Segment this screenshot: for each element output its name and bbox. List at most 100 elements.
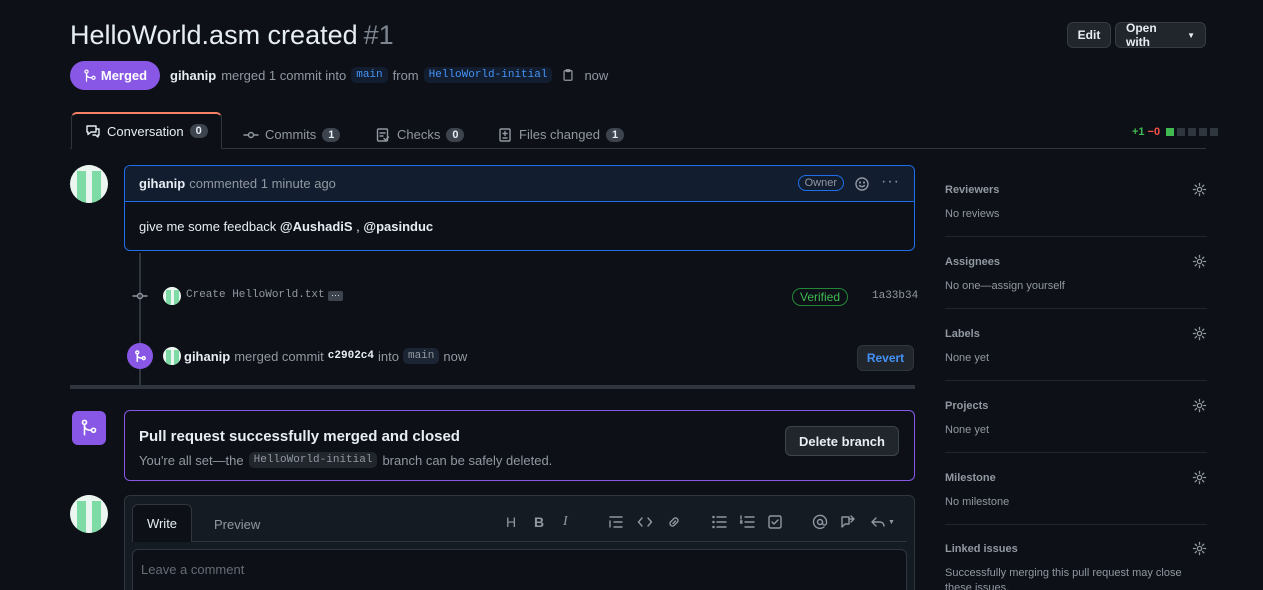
merge-text: merged 1 commit into xyxy=(221,67,347,83)
heading-icon[interactable]: H xyxy=(506,514,516,530)
status-badge: Merged xyxy=(70,61,160,90)
reply-icon xyxy=(871,517,885,527)
merge-branch[interactable]: main xyxy=(402,348,440,364)
diff-bar-neutral xyxy=(1177,128,1186,136)
task-list-icon[interactable] xyxy=(767,514,783,530)
merge-event-text: merged commit xyxy=(234,348,324,364)
tab-commits[interactable]: Commits 1 xyxy=(243,120,341,149)
diff-bar-neutral xyxy=(1199,128,1208,136)
deletable-branch[interactable]: HelloWorld-initial xyxy=(248,452,378,468)
status-label: Merged xyxy=(100,68,148,83)
sidebar-milestone-label[interactable]: Milestone xyxy=(945,472,996,484)
comment-separator: , xyxy=(352,219,364,234)
edit-button[interactable]: Edit xyxy=(1067,22,1111,48)
caret-down-icon: ▼ xyxy=(888,518,895,526)
quote-icon[interactable] xyxy=(608,514,624,530)
unordered-list-icon[interactable] xyxy=(711,514,727,530)
sidebar-divider xyxy=(945,236,1207,237)
comment-author[interactable]: gihanip xyxy=(139,176,185,191)
tab-files-changed[interactable]: Files changed 1 xyxy=(497,120,625,149)
checklist-icon xyxy=(376,127,390,142)
avatar xyxy=(70,495,108,533)
editor-divider xyxy=(132,541,907,542)
avatar[interactable] xyxy=(163,347,181,365)
base-branch[interactable]: main xyxy=(351,67,388,83)
tab-count: 0 xyxy=(189,124,208,138)
tab-preview[interactable]: Preview xyxy=(214,517,260,532)
tab-label: Conversation xyxy=(107,123,184,139)
diffstat: +1 −0 xyxy=(1132,126,1219,138)
head-branch[interactable]: HelloWorld-initial xyxy=(423,67,553,83)
author-link[interactable]: gihanip xyxy=(170,68,216,83)
sidebar-projects-label[interactable]: Projects xyxy=(945,400,988,412)
sidebar-labels-value: None yet xyxy=(945,352,990,364)
gear-icon[interactable] xyxy=(1192,254,1207,269)
timeline-separator xyxy=(70,385,915,389)
merge-event-badge xyxy=(127,343,153,369)
comment-textarea[interactable]: Leave a comment xyxy=(132,549,907,590)
sidebar-assignees-value[interactable]: No one—assign yourself xyxy=(945,280,1065,292)
delete-branch-button[interactable]: Delete branch xyxy=(785,426,899,456)
sidebar-reviewers-label[interactable]: Reviewers xyxy=(945,184,999,196)
comment-box: gihanip commented 1 minute ago Owner ···… xyxy=(124,165,915,251)
merge-event-time: now xyxy=(443,348,468,364)
sidebar-reviewers-value: No reviews xyxy=(945,208,1000,220)
verified-badge[interactable]: Verified xyxy=(792,288,849,306)
tab-label: Checks xyxy=(397,127,441,142)
gear-icon[interactable] xyxy=(1192,182,1207,197)
gear-icon[interactable] xyxy=(1192,541,1207,556)
revert-button[interactable]: Revert xyxy=(857,345,914,371)
ordered-list-icon[interactable] xyxy=(739,514,755,530)
tab-conversation[interactable]: Conversation 0 xyxy=(71,112,222,149)
tab-checks[interactable]: Checks 0 xyxy=(375,120,465,149)
gear-icon[interactable] xyxy=(1192,398,1207,413)
deletions-count: −0 xyxy=(1147,126,1161,138)
merge-author[interactable]: gihanip xyxy=(184,349,230,364)
sidebar-divider xyxy=(945,380,1207,381)
cross-reference-icon[interactable] xyxy=(840,514,856,530)
sidebar-projects-value: None yet xyxy=(945,424,990,436)
merge-sha[interactable]: c2902c4 xyxy=(328,350,374,362)
tab-count: 1 xyxy=(605,127,625,142)
sidebar-divider xyxy=(945,524,1207,525)
mention-link[interactable]: @pasinduc xyxy=(363,219,433,234)
reply-menu[interactable]: ▼ xyxy=(870,514,895,530)
pr-number: #1 xyxy=(363,20,394,50)
merge-icon xyxy=(134,349,146,362)
open-with-button[interactable]: Open with ▼ xyxy=(1115,21,1206,49)
kebab-menu-icon[interactable]: ··· xyxy=(881,173,900,191)
commit-sha[interactable]: 1a33b34 xyxy=(872,290,918,302)
bold-icon[interactable]: B xyxy=(534,514,544,530)
tabs-divider xyxy=(70,148,1206,149)
gear-icon[interactable] xyxy=(1192,326,1207,341)
sidebar-assignees-label[interactable]: Assignees xyxy=(945,256,1000,268)
tab-count: 0 xyxy=(446,127,465,142)
mention-icon[interactable] xyxy=(812,514,828,530)
sidebar-labels-label[interactable]: Labels xyxy=(945,328,980,340)
merge-sub-suffix: branch can be safely deleted. xyxy=(382,452,553,468)
sidebar-divider xyxy=(945,308,1207,309)
sidebar-linked-issues-value: Successfully merging this pull request m… xyxy=(945,567,1182,590)
additions-count: +1 xyxy=(1132,126,1145,138)
tab-write[interactable]: Write xyxy=(132,504,192,542)
expand-commit-button[interactable]: … xyxy=(328,289,343,301)
merge-icon xyxy=(84,68,96,82)
sidebar-linked-issues-label[interactable]: Linked issues xyxy=(945,543,1018,555)
avatar[interactable] xyxy=(163,287,181,305)
smiley-icon[interactable] xyxy=(854,176,870,192)
caret-down-icon: ▼ xyxy=(1187,30,1195,40)
avatar[interactable] xyxy=(70,165,108,203)
code-icon[interactable] xyxy=(637,514,653,530)
diff-bar-neutral xyxy=(1188,128,1197,136)
copy-icon[interactable] xyxy=(561,68,575,82)
commit-message[interactable]: Create HelloWorld.txt xyxy=(186,289,325,301)
link-icon[interactable] xyxy=(666,514,682,530)
gear-icon[interactable] xyxy=(1192,470,1207,485)
merge-icon xyxy=(81,419,97,436)
comment-time[interactable]: commented 1 minute ago xyxy=(189,176,336,191)
merge-time: now xyxy=(584,67,609,83)
italic-icon[interactable]: I xyxy=(563,514,568,530)
mention-link[interactable]: @AushadiS xyxy=(280,219,353,234)
page-title: HelloWorld.asm created #1 xyxy=(70,20,394,51)
conversation-icon xyxy=(86,125,100,138)
